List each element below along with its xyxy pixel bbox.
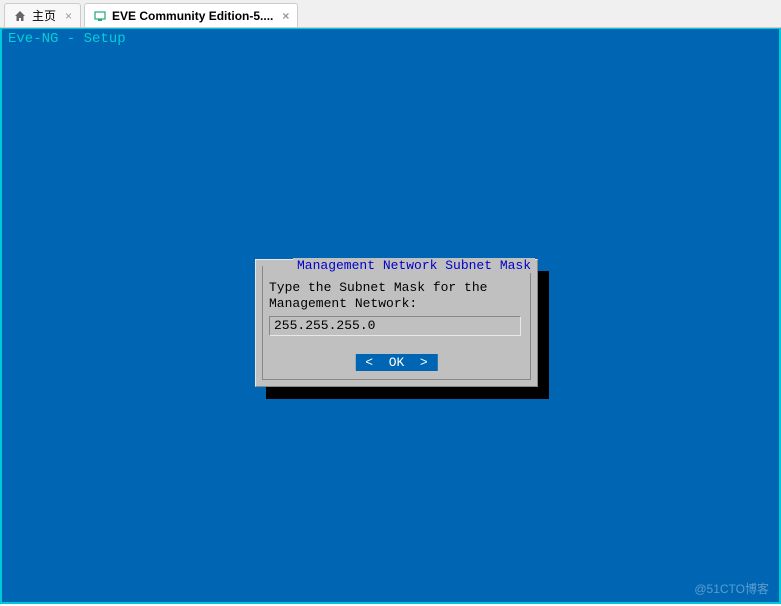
close-icon[interactable]: ×	[65, 9, 72, 23]
dialog-subnet-mask: Management Network Subnet Mask Type the …	[255, 259, 538, 387]
tab-home[interactable]: 主页 ×	[4, 3, 81, 27]
dialog-title: Management Network Subnet Mask	[293, 258, 535, 273]
subnet-mask-input[interactable]: 255.255.255.0	[269, 316, 521, 336]
terminal-area: Eve-NG - Setup Management Network Subnet…	[0, 28, 781, 604]
vm-icon	[93, 9, 107, 23]
tab-home-label: 主页	[32, 7, 56, 24]
ok-button[interactable]: < OK >	[355, 354, 437, 371]
home-icon	[13, 9, 27, 23]
terminal-title: Eve-NG - Setup	[8, 31, 126, 47]
tab-eve-label: EVE Community Edition-5....	[112, 9, 273, 23]
dialog-inner: Management Network Subnet Mask Type the …	[262, 266, 531, 380]
close-icon[interactable]: ×	[282, 9, 289, 23]
dialog-text: Type the Subnet Mask for the Management …	[269, 280, 487, 312]
watermark: @51CTO博客	[694, 580, 769, 597]
tabs-bar: 主页 × EVE Community Edition-5.... ×	[0, 0, 781, 28]
tab-eve[interactable]: EVE Community Edition-5.... ×	[84, 3, 298, 27]
